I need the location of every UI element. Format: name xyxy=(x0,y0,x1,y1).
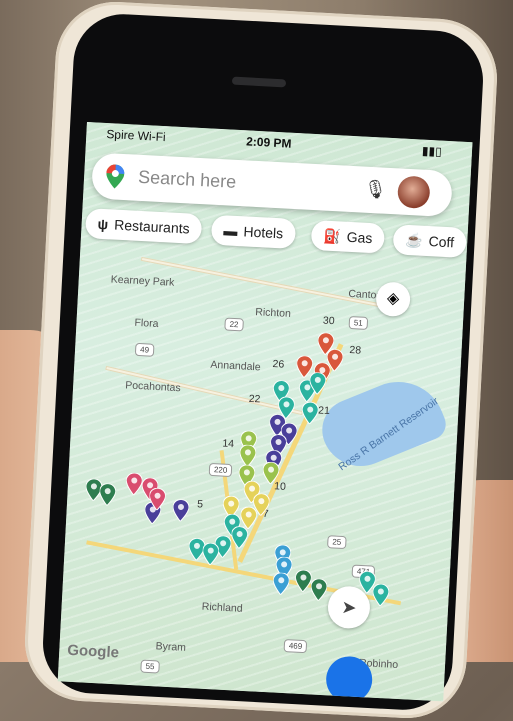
label-flora: Flora xyxy=(134,316,159,331)
map-pin-icon xyxy=(202,542,220,566)
map-pin[interactable] xyxy=(310,578,328,602)
map-pin-icon xyxy=(231,526,249,549)
exit-28: 28 xyxy=(349,344,362,357)
bed-icon: ▬ xyxy=(223,222,238,240)
exit-26: 26 xyxy=(272,358,285,371)
map-pin[interactable] xyxy=(99,483,117,506)
map-pin[interactable] xyxy=(294,569,312,593)
chip-hotels[interactable]: ▬ Hotels xyxy=(210,214,296,250)
map-pin-icon xyxy=(149,487,166,511)
reservoir-water xyxy=(312,367,451,478)
map-pin[interactable] xyxy=(372,583,390,607)
google-attribution: Google xyxy=(66,641,120,662)
shield-25: 25 xyxy=(327,535,347,550)
chip-label: Coff xyxy=(428,233,455,251)
coffee-icon: ☕ xyxy=(404,231,424,249)
map-pin[interactable] xyxy=(262,461,280,485)
map-pin-icon xyxy=(372,583,390,607)
map-pin-icon xyxy=(309,372,327,395)
map-pin[interactable] xyxy=(309,372,327,395)
label-richton: Richton xyxy=(254,306,292,320)
label-kearney-park: Kearney Park xyxy=(110,273,175,289)
map-pin[interactable] xyxy=(172,499,190,522)
road-a xyxy=(140,256,399,311)
shield-49: 49 xyxy=(134,342,155,357)
chip-gas[interactable]: ⛽ Gas xyxy=(310,219,386,254)
label-richland: Richland xyxy=(201,600,243,615)
battery-icon: ▮▮▯ xyxy=(421,143,443,159)
exit-21: 21 xyxy=(317,404,331,418)
exit-22: 22 xyxy=(248,392,261,406)
chip-label: Hotels xyxy=(243,223,284,242)
map-pin[interactable] xyxy=(149,487,166,511)
chip-label: Gas xyxy=(346,228,373,247)
map-pin[interactable] xyxy=(202,542,220,566)
map-pin-icon xyxy=(294,569,312,593)
avatar[interactable] xyxy=(396,175,431,210)
label-byram: Byram xyxy=(155,640,187,654)
map-pin[interactable] xyxy=(272,572,290,596)
map-pin[interactable] xyxy=(301,401,319,425)
shield-220: 220 xyxy=(208,462,233,478)
phone-screen: Kearney Park Canton Richton Flora Annand… xyxy=(57,122,473,702)
layers-icon: ◈ xyxy=(386,289,400,308)
exit-5: 5 xyxy=(196,498,204,511)
label-pocahontas: Pocahontas xyxy=(124,379,181,395)
carrier-label: Spire Wi-Fi xyxy=(106,127,167,145)
map-pin-icon xyxy=(262,461,280,485)
exit-30: 30 xyxy=(322,314,335,328)
shield-22: 22 xyxy=(224,317,244,332)
map-pin-icon xyxy=(301,401,319,425)
map-pin[interactable] xyxy=(231,526,249,549)
map-pin[interactable] xyxy=(125,472,143,496)
shield-469: 469 xyxy=(283,639,308,654)
map-pin-icon xyxy=(99,483,117,506)
exit-14: 14 xyxy=(222,437,235,451)
chip-coffee[interactable]: ☕ Coff xyxy=(392,224,467,258)
shield-51: 51 xyxy=(348,315,369,330)
chip-label: Restaurants xyxy=(113,216,191,237)
search-input[interactable]: Search here xyxy=(138,167,237,193)
label-annandale: Annandale xyxy=(210,358,261,374)
navigation-arrow-icon: ➤ xyxy=(340,596,358,618)
chip-restaurants[interactable]: ψ Restaurants xyxy=(84,208,203,245)
map-pin-icon xyxy=(272,572,290,596)
map-pin-icon xyxy=(310,578,328,602)
gas-pump-icon: ⛽ xyxy=(322,227,342,245)
fork-knife-icon: ψ xyxy=(97,215,109,233)
map-pin-icon xyxy=(172,499,190,522)
map-pin-icon xyxy=(125,472,143,496)
microphone-icon[interactable]: 🎙 xyxy=(363,179,387,201)
maps-logo-icon xyxy=(106,164,125,189)
clock-label: 2:09 PM xyxy=(245,134,292,151)
